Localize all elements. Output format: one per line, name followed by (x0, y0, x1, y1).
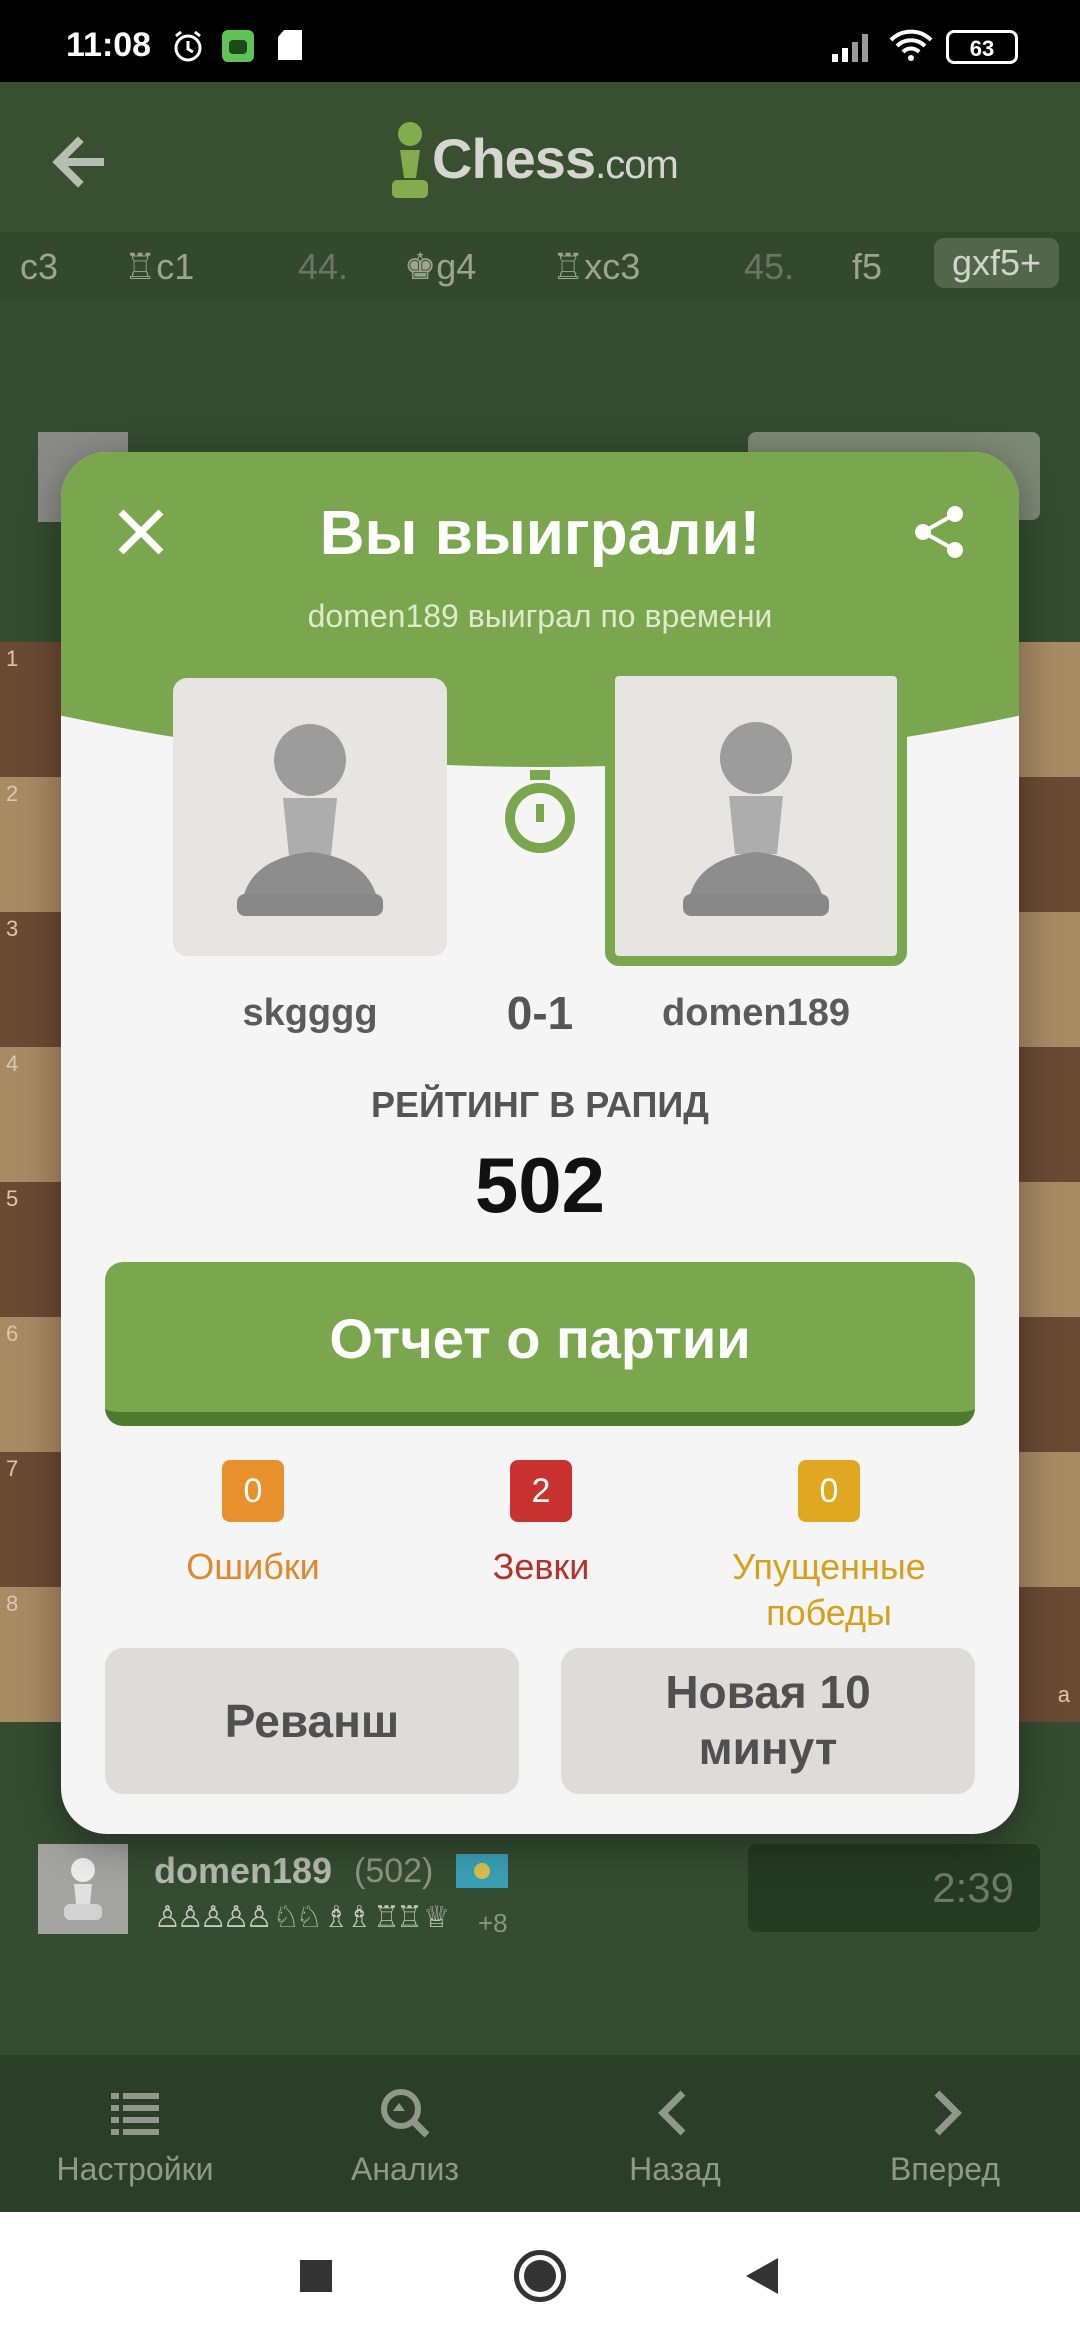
signal-icon (832, 34, 868, 62)
rank-label: 2 (6, 781, 19, 806)
player-name: domen189 (154, 1850, 333, 1891)
player-rating: (502) (354, 1852, 434, 1890)
battery-level: 63 (969, 36, 995, 61)
move-item[interactable]: ♖xc3 (552, 246, 640, 288)
new-game-button[interactable]: Новая 10 минут (561, 1648, 975, 1794)
system-nav-bar (0, 2212, 1080, 2340)
analysis-magnifier-icon (381, 2089, 430, 2138)
move-item-current[interactable]: gxf5+ (934, 238, 1060, 288)
loser-avatar-card (173, 678, 447, 956)
missed-wins-count: 0 (798, 1460, 860, 1522)
back-button[interactable] (40, 122, 120, 202)
rank-label: 3 (6, 916, 19, 941)
material-advantage: +8 (478, 1908, 508, 1938)
nav-forward[interactable]: Вперед (810, 2055, 1080, 2212)
logo-text: Chess.com (432, 127, 679, 190)
loser-name: skgggg (242, 992, 378, 1034)
recent-apps-button[interactable] (300, 2260, 332, 2292)
rank-label: 6 (6, 1321, 19, 1346)
bottom-nav: Настройки Анализ Назад Вперед (0, 2055, 1080, 2212)
chess-com-logo: Chess.com (390, 112, 710, 212)
rank-label: 1 (6, 646, 19, 671)
alarm-icon (174, 30, 202, 62)
winner-avatar-card (605, 666, 907, 966)
move-number: 44. (298, 246, 349, 287)
pawn-logo-icon (392, 122, 428, 198)
wifi-icon (889, 29, 933, 61)
blunders-count: 2 (510, 1460, 572, 1522)
rank-label: 5 (6, 1186, 19, 1211)
move-number: 45. (744, 246, 795, 287)
nav-settings[interactable]: Настройки (0, 2055, 270, 2212)
mistakes-count: 0 (222, 1460, 284, 1522)
mistakes-label: Ошибки (186, 1546, 320, 1587)
battery-icon: 63 (946, 30, 1018, 64)
blunders-label: Зевки (492, 1546, 590, 1587)
home-button[interactable] (514, 2250, 566, 2302)
move-item[interactable]: f5 (852, 246, 882, 288)
status-bar: 11:08 63 (0, 0, 1080, 82)
captured-pieces: ♙♙♙♙♙ ♘♘ ♗♗ ♖♖ ♕ (154, 1901, 450, 1934)
android-icon (222, 30, 254, 62)
rating-label: РЕЙТИНГ В РАПИД (371, 1084, 709, 1125)
rating-value: 502 (474, 1141, 606, 1229)
chevron-left-icon (658, 2090, 686, 2136)
system-back-button[interactable] (742, 2254, 782, 2298)
move-list[interactable]: c3 ♖c1 44. ♚g4 ♖xc3 45. f5 gxf5+ (0, 232, 1080, 302)
dialog-title: Вы выиграли! (319, 499, 761, 568)
rank-label: 4 (6, 1051, 19, 1076)
nav-label: Настройки (56, 2151, 214, 2187)
flag-kazakhstan-icon (456, 1854, 508, 1888)
rematch-button[interactable]: Реванш (105, 1648, 519, 1794)
rank-label: 7 (6, 1456, 19, 1481)
list-icon (111, 2093, 159, 2135)
pawn-avatar-icon (237, 724, 383, 916)
winner-name: domen189 (662, 992, 850, 1034)
dialog-subtitle: domen189 выиграл по времени (307, 598, 773, 634)
move-item[interactable]: ♚g4 (404, 246, 476, 288)
missed-wins-label: Упущенные победы (732, 1546, 926, 1633)
top-bar: Chess.com (0, 82, 1080, 232)
move-item[interactable]: ♖c1 (124, 246, 194, 288)
timer-icon (505, 770, 575, 853)
nav-label: Назад (629, 2151, 721, 2187)
pawn-avatar-icon (64, 1858, 102, 1920)
player-avatar (38, 1844, 128, 1934)
chevron-right-icon (934, 2090, 962, 2136)
file-label: a (1057, 1682, 1070, 1707)
nav-label: Анализ (350, 2151, 460, 2187)
move-item[interactable]: c3 (20, 246, 58, 288)
stat-mistakes: 0 Ошибки (123, 1460, 383, 1590)
nav-back[interactable]: Назад (540, 2055, 810, 2212)
sd-card-icon (278, 30, 302, 60)
stat-missed-wins: 0 Упущенные победы (699, 1460, 959, 1636)
stat-blunders: 2 Зевки (411, 1460, 671, 1590)
game-over-dialog: Вы выиграли! domen189 выиграл по времени… (61, 452, 1019, 1834)
pawn-avatar-icon (683, 722, 829, 916)
status-time: 11:08 (66, 26, 152, 64)
rank-label: 8 (6, 1591, 19, 1616)
player-row: domen189 (502) ♙♙♙♙♙ ♘♘ ♗♗ ♖♖ ♕ +8 2:39 (0, 1844, 1080, 1954)
player-clock: 2:39 (748, 1844, 1040, 1932)
nav-label: Вперед (889, 2151, 1001, 2187)
game-report-button[interactable]: Отчет о партии (105, 1262, 975, 1426)
nav-analysis[interactable]: Анализ (270, 2055, 540, 2212)
